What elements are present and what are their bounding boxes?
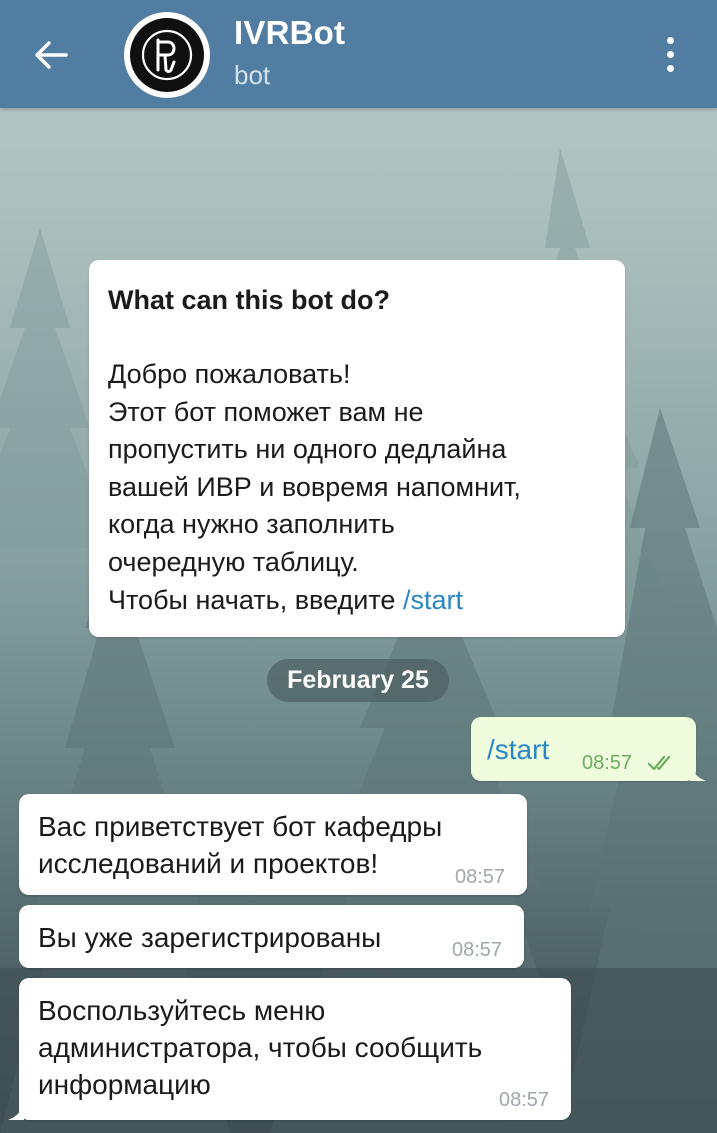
chat-header: IVRBot bot: [0, 0, 717, 108]
message-text: Воспользуйтесь меню администратора, чтоб…: [38, 992, 482, 1103]
info-line-start: Чтобы начать, введите /start: [108, 582, 606, 620]
message-line: информацию: [38, 1069, 211, 1100]
info-line: Этот бот поможет вам не: [108, 396, 424, 427]
message-time: 08:57: [582, 752, 633, 774]
info-card-title: What can this bot do?: [108, 285, 390, 315]
bot-avatar[interactable]: [124, 12, 210, 98]
message-line: Воспользуйтесь меню: [38, 995, 326, 1026]
message-time: 08:57: [499, 1089, 550, 1111]
more-vert-icon[interactable]: [650, 28, 690, 80]
info-line: Добро пожаловать!: [108, 359, 351, 389]
incoming-message[interactable]: Вы уже зарегистрированы 08:57: [19, 905, 524, 968]
info-line: очередную таблицу.: [108, 546, 359, 577]
message-line: исследований и проектов!: [38, 848, 379, 879]
message-line: Вас приветствует бот кафедры: [38, 811, 443, 842]
message-text: Вас приветствует бот кафедры исследовани…: [38, 808, 442, 882]
message-text: Вы уже зарегистрированы: [38, 922, 382, 953]
bot-info-card: What can this bot do? Добро пожаловать! …: [89, 260, 625, 637]
chat-subtitle: bot: [234, 60, 271, 90]
info-prefix: Чтобы начать, введите: [108, 584, 403, 615]
info-line: вашей ИВР и вовремя напомнит,: [108, 471, 521, 502]
back-arrow-icon: [35, 41, 68, 69]
message-text: /start: [487, 734, 550, 765]
start-command-link[interactable]: /start: [403, 585, 463, 615]
hse-logo: [130, 18, 204, 92]
chat-title[interactable]: IVRBot: [234, 14, 345, 52]
message-line: администратора, чтобы сообщить: [38, 1032, 483, 1063]
incoming-message[interactable]: Воспользуйтесь меню администратора, чтоб…: [19, 978, 571, 1120]
info-line: пропустить ни одного дедлайна: [108, 434, 507, 465]
date-separator: February 25: [267, 659, 449, 702]
incoming-message[interactable]: Вас приветствует бот кафедры исследовани…: [19, 794, 527, 895]
bubble-tail: [8, 1100, 24, 1120]
info-line: когда нужно заполнить: [108, 509, 395, 540]
back-button[interactable]: [22, 26, 80, 84]
info-card-body: Добро пожаловать! Этот бот поможет вам н…: [108, 356, 606, 619]
message-time: 08:57: [455, 866, 506, 888]
message-time: 08:57: [452, 939, 503, 961]
bubble-tail: [690, 761, 706, 781]
double-check-icon: [647, 755, 671, 771]
outgoing-message[interactable]: /start 08:57: [471, 717, 696, 781]
